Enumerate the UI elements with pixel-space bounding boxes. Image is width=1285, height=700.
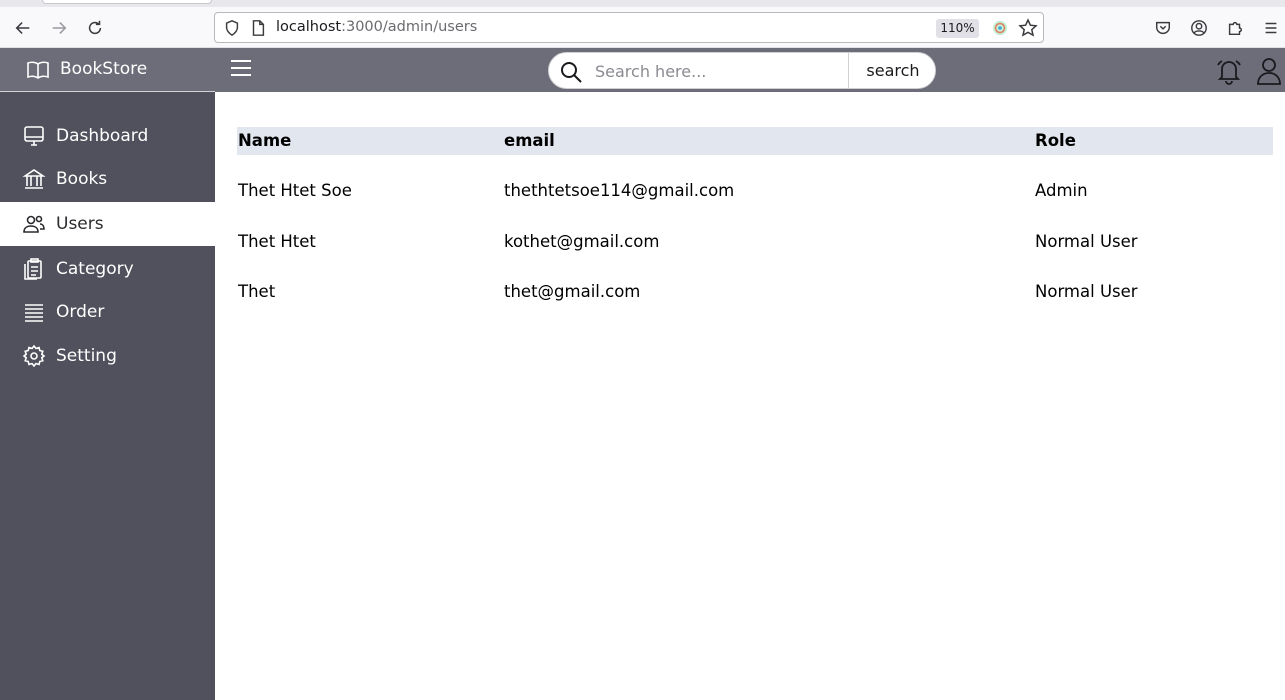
sidebar: BookStore Dashboard Books Users Category…: [0, 48, 215, 700]
search-icon: [561, 62, 582, 83]
clipboard-icon: [24, 258, 42, 280]
menu-icon[interactable]: [1258, 15, 1284, 41]
users-table: Name email Role Thet Htet Soe thethtetso…: [237, 127, 1273, 307]
sidebar-item-label: Setting: [56, 346, 117, 366]
browser-tab-strip: [0, 0, 1285, 7]
user-email: thet@gmail.com: [504, 282, 641, 301]
pocket-icon[interactable]: [1150, 15, 1176, 41]
table-row[interactable]: Thet thet@gmail.com Normal User: [237, 256, 1273, 307]
column-header-role: Role: [1035, 131, 1076, 150]
user-name: Thet Htet Soe: [238, 181, 352, 200]
extensions-puzzle-icon[interactable]: [1222, 15, 1248, 41]
sidebar-item-dashboard[interactable]: Dashboard: [0, 114, 215, 158]
sidebar-item-label: Users: [56, 214, 104, 234]
sidebar-item-setting[interactable]: Setting: [0, 334, 215, 378]
gear-icon: [22, 344, 46, 368]
hamburger-menu-icon[interactable]: [230, 59, 252, 77]
user-icon[interactable]: [1256, 57, 1282, 85]
search-input[interactable]: [595, 59, 843, 83]
table-header: Name email Role: [237, 127, 1273, 155]
column-header-email: email: [504, 131, 555, 150]
column-header-name: Name: [238, 131, 292, 150]
url-host: localhost: [276, 19, 342, 35]
user-email: kothet@gmail.com: [504, 231, 660, 251]
browser-toolbar: localhost:3000/admin/users 110%: [0, 7, 1285, 48]
zoom-level-badge[interactable]: 110%: [936, 19, 979, 38]
reload-icon[interactable]: [82, 15, 108, 41]
url-text[interactable]: localhost:3000/admin/users: [276, 19, 477, 35]
top-bar: search: [215, 48, 1285, 92]
brand-label: BookStore: [60, 59, 148, 79]
account-icon[interactable]: [1186, 15, 1212, 41]
back-icon[interactable]: [10, 15, 36, 41]
sidebar-item-label: Order: [56, 302, 105, 322]
sidebar-item-label: Dashboard: [56, 126, 149, 146]
search-box: search: [548, 52, 936, 89]
user-email: thethtetsoe114@gmail.com: [504, 181, 735, 200]
search-button[interactable]: search: [848, 53, 935, 88]
url-bar[interactable]: localhost:3000/admin/users 110%: [214, 12, 1044, 43]
table-row[interactable]: Thet Htet Soe thethtetsoe114@gmail.com A…: [237, 155, 1273, 206]
bell-icon[interactable]: [1215, 57, 1243, 85]
bank-icon: [22, 169, 46, 189]
page-icon[interactable]: [249, 19, 267, 37]
sidebar-item-label: Books: [56, 169, 108, 189]
open-book-icon: [27, 61, 49, 79]
monitor-icon: [24, 126, 44, 146]
sidebar-item-users[interactable]: Users: [0, 202, 215, 246]
user-role: Normal User: [1035, 231, 1138, 251]
user-name: Thet: [238, 282, 276, 301]
sidebar-item-category[interactable]: Category: [0, 247, 215, 291]
sidebar-item-order[interactable]: Order: [0, 290, 215, 334]
shield-icon[interactable]: [223, 19, 241, 37]
user-name: Thet Htet: [238, 231, 316, 251]
browser-tab[interactable]: [42, 0, 212, 4]
bookmark-star-icon[interactable]: [1018, 18, 1038, 38]
url-path: :3000/admin/users: [341, 19, 478, 35]
user-role: Normal User: [1035, 282, 1138, 301]
forward-icon[interactable]: [46, 15, 72, 41]
sidebar-item-books[interactable]: Books: [0, 157, 215, 201]
extension-icon[interactable]: [991, 19, 1009, 37]
table-row[interactable]: Thet Htet kothet@gmail.com Normal User: [237, 206, 1273, 257]
users-icon: [23, 215, 45, 233]
list-icon: [25, 304, 43, 322]
brand[interactable]: BookStore: [0, 48, 215, 92]
user-role: Admin: [1035, 181, 1088, 200]
sidebar-item-label: Category: [56, 259, 134, 279]
